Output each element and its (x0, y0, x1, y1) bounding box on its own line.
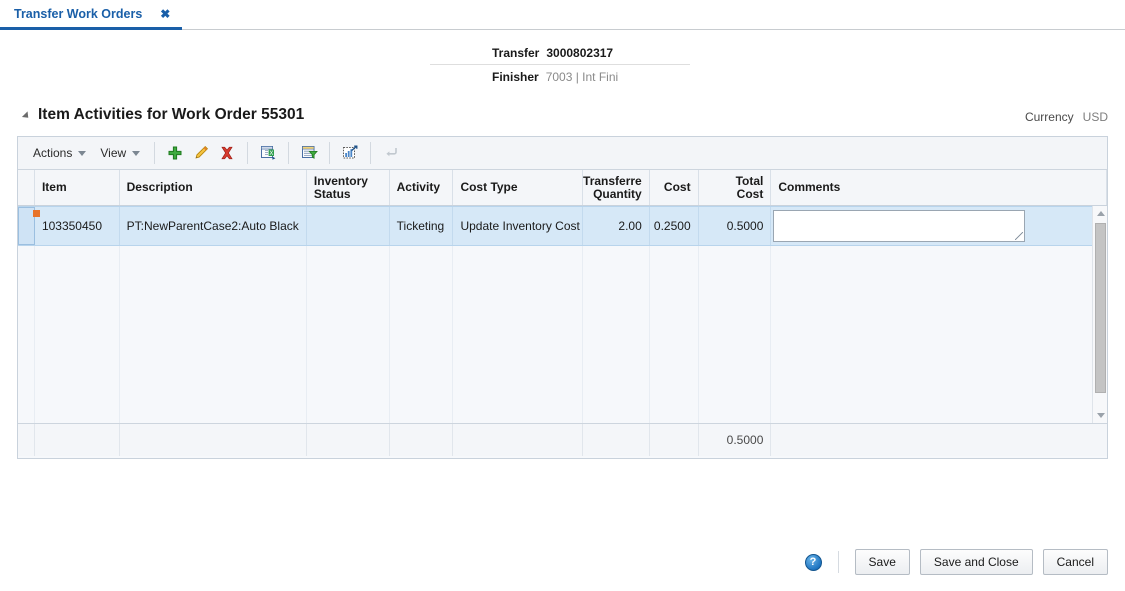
view-menu-button[interactable]: View (93, 143, 147, 163)
cell-comments (771, 207, 1107, 245)
cell-description[interactable]: PT:NewParentCase2:Auto Black (120, 207, 307, 245)
cell-cost[interactable]: 0.2500 (650, 207, 699, 245)
column-header-cost-type-label: Cost Type (460, 180, 518, 194)
scroll-down-button[interactable] (1093, 408, 1107, 423)
section-header: Item Activities for Work Order 55301 (21, 106, 305, 124)
chevron-up-icon (1096, 211, 1105, 216)
column-header-transferred-quantity[interactable]: Transferre Quantity (582, 170, 650, 205)
total-cost-col (650, 424, 699, 456)
comments-input[interactable] (773, 210, 1026, 242)
page-title: Item Activities for Work Order 55301 (38, 106, 305, 123)
column-header-cost-type[interactable]: Cost Type (453, 170, 583, 205)
cell-transferred-quantity[interactable]: 2.00 (583, 207, 650, 245)
tab-label: Transfer Work Orders (14, 6, 143, 21)
action-divider (837, 551, 839, 573)
table-toolbar: Actions View X (18, 137, 1107, 170)
column-header-cost[interactable]: Cost (649, 170, 699, 205)
total-total-cost: 0.5000 (699, 424, 772, 456)
column-header-inventory-status-line2: Status (313, 186, 351, 201)
delete-icon[interactable] (214, 141, 240, 165)
currency-value: USD (1082, 110, 1108, 124)
transfer-header-info: Transfer 3000802317 Finisher 7003 | Int … (430, 46, 690, 87)
finisher-value: 7003 | Int Fini (545, 70, 619, 84)
column-header-cost-label: Cost (663, 180, 691, 194)
table-body: 103350450 PT:NewParentCase2:Auto Black T… (18, 206, 1107, 423)
save-and-close-button[interactable]: Save and Close (919, 549, 1033, 575)
actions-menu-label: Actions (33, 146, 73, 160)
column-header-activity-label: Activity (396, 180, 440, 194)
column-header-inventory-status-line1: Inventory (313, 173, 368, 188)
toolbar-divider (370, 142, 372, 164)
table-totals-row: 0.5000 (18, 423, 1107, 456)
actions-menu-button[interactable]: Actions (26, 143, 93, 163)
help-icon[interactable]: ? (804, 553, 822, 571)
column-header-comments-label: Comments (778, 180, 841, 194)
cell-inventory-status[interactable] (307, 207, 390, 245)
cancel-button[interactable]: Cancel (1042, 549, 1108, 575)
cell-activity[interactable]: Ticketing (390, 207, 454, 245)
column-header-comments[interactable]: Comments (771, 170, 1107, 205)
detach-filter-icon[interactable] (296, 141, 322, 165)
edit-pencil-icon[interactable] (188, 141, 214, 165)
item-activities-panel: Actions View X Item Description Inventor… (17, 136, 1108, 459)
svg-text:X: X (269, 151, 273, 157)
column-header-description-label: Description (126, 180, 193, 194)
currency-display: Currency USD (1025, 110, 1108, 124)
total-cost-type (453, 424, 583, 456)
total-comments (771, 424, 1107, 456)
finisher-row: Finisher 7003 | Int Fini (430, 70, 690, 87)
column-header-total-cost[interactable]: Total Cost (698, 170, 772, 205)
column-header-transferred-quantity-line1: Transferre (583, 173, 642, 188)
toolbar-divider (288, 142, 290, 164)
table-header-row: Item Description Inventory Status Activi… (18, 170, 1107, 206)
cell-cost-type[interactable]: Update Inventory Cost (453, 207, 583, 245)
resize-handle-icon[interactable] (1015, 232, 1024, 240)
row-selector-cell[interactable] (18, 207, 40, 245)
close-icon[interactable]: ✖ (160, 8, 170, 20)
column-header-item[interactable]: Item (34, 170, 120, 205)
total-row-selector (18, 424, 35, 456)
column-header-transferred-quantity-line2: Quantity (593, 186, 642, 201)
row-selector-header (18, 170, 35, 205)
chart-select-icon[interactable] (337, 141, 363, 165)
column-header-inventory-status[interactable]: Inventory Status (306, 170, 390, 205)
currency-label: Currency (1024, 110, 1074, 124)
total-item (35, 424, 120, 456)
finisher-label: Finisher (492, 70, 539, 84)
transfer-value: 3000802317 (546, 46, 614, 60)
cell-item[interactable]: 103350450 (35, 207, 120, 245)
export-to-excel-icon[interactable]: X (255, 141, 281, 165)
toolbar-divider (154, 142, 156, 164)
column-header-total-cost-label: Total Cost (735, 173, 764, 201)
column-header-activity[interactable]: Activity (389, 170, 454, 205)
column-header-item-label: Item (41, 180, 67, 194)
table-row[interactable]: 103350450 PT:NewParentCase2:Auto Black T… (18, 206, 1107, 246)
chevron-down-icon (1096, 413, 1105, 418)
column-header-description[interactable]: Description (119, 170, 307, 205)
scroll-up-button[interactable] (1093, 206, 1107, 221)
cell-total-cost[interactable]: 0.5000 (699, 207, 772, 245)
chevron-down-icon (78, 150, 87, 156)
total-description (120, 424, 307, 456)
view-menu-label: View (100, 146, 127, 160)
form-action-bar: ? Save Save and Close Cancel (804, 549, 1108, 575)
total-activity (390, 424, 454, 456)
add-icon[interactable] (162, 141, 188, 165)
total-inventory-status (307, 424, 390, 456)
chevron-down-icon (132, 150, 141, 156)
tab-transfer-work-orders[interactable]: Transfer Work Orders ✖ (0, 0, 183, 30)
save-button[interactable]: Save (854, 549, 910, 575)
tab-bar: Transfer Work Orders ✖ (0, 0, 1125, 30)
total-transferred-quantity (583, 424, 650, 456)
toolbar-divider (329, 142, 331, 164)
modified-indicator-icon (32, 210, 40, 217)
wrap-return-icon[interactable] (378, 141, 404, 165)
table-vertical-scrollbar[interactable] (1092, 206, 1107, 423)
transfer-label: Transfer (492, 46, 540, 60)
collapse-triangle-icon[interactable] (21, 111, 32, 121)
toolbar-divider (247, 142, 249, 164)
scrollbar-thumb[interactable] (1095, 223, 1106, 393)
transfer-row: Transfer 3000802317 (430, 46, 690, 65)
